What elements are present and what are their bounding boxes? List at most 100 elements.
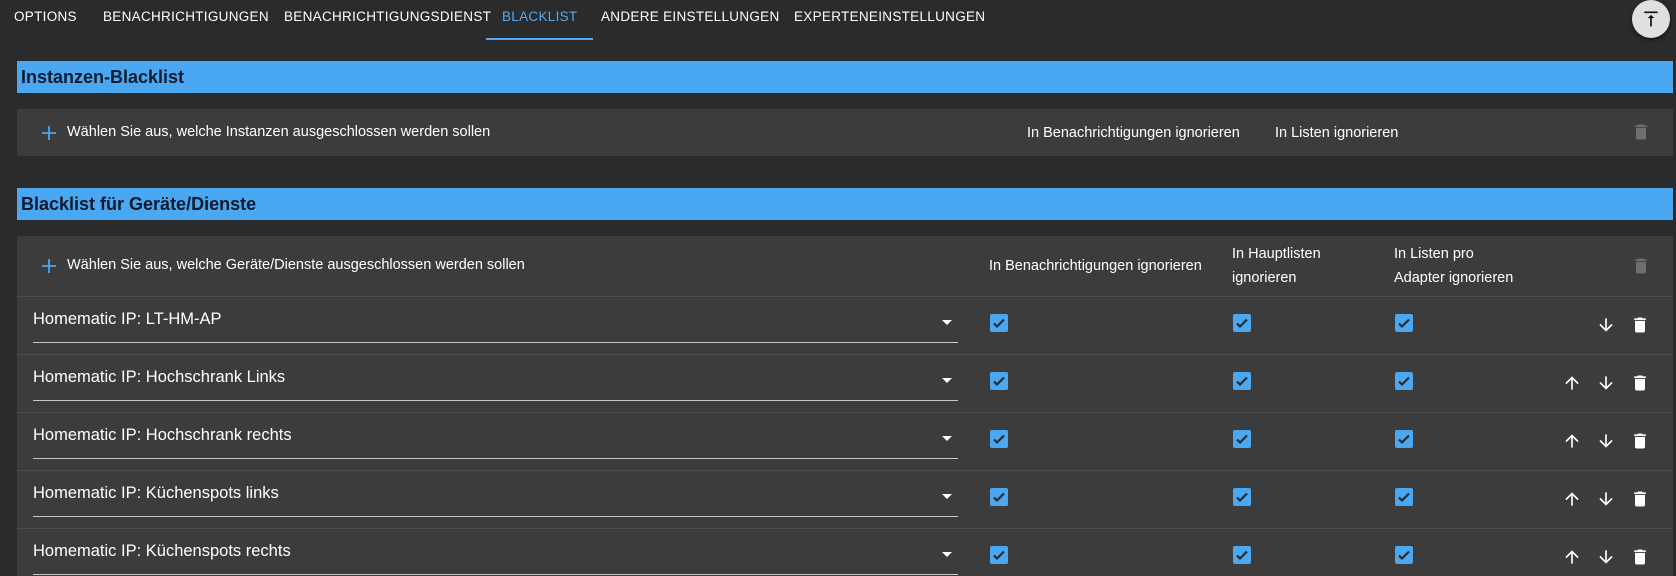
checkbox-ignore-notifications[interactable]: [990, 488, 1008, 506]
checkbox-ignore-notifications[interactable]: [990, 372, 1008, 390]
move-down-button[interactable]: [1595, 372, 1617, 394]
move-down-button[interactable]: [1595, 488, 1617, 510]
instances-section-header: Instanzen-Blacklist: [17, 61, 1673, 93]
add-instance-icon[interactable]: [41, 125, 57, 141]
move-down-button[interactable]: [1595, 546, 1617, 568]
check-icon: [1236, 434, 1248, 445]
col-ignore-main-lists-line2: ignorieren: [1232, 270, 1297, 286]
trash-icon: [1634, 491, 1646, 507]
tab-experteneinstellungen[interactable]: EXPERTENEINSTELLUNGEN: [794, 0, 985, 40]
device-select-value: Homematic IP: LT-HM-AP: [33, 310, 222, 328]
check-icon: [1398, 492, 1410, 503]
device-select[interactable]: Homematic IP: LT-HM-AP: [33, 302, 958, 343]
device-select-value: Homematic IP: Küchenspots rechts: [33, 542, 291, 560]
checkbox-ignore-main-lists[interactable]: [1233, 314, 1251, 332]
move-down-button[interactable]: [1595, 314, 1617, 336]
arrow-up-icon: [1565, 376, 1579, 390]
device-select[interactable]: Homematic IP: Küchenspots rechts: [33, 534, 958, 575]
devices-table: Wählen Sie aus, welche Geräte/Dienste au…: [17, 236, 1673, 576]
check-icon: [993, 492, 1005, 503]
delete-all-button[interactable]: [1630, 121, 1652, 143]
checkbox-ignore-main-lists[interactable]: [1233, 488, 1251, 506]
arrow-down-icon: [1599, 376, 1613, 390]
add-device-label: Wählen Sie aus, welche Geräte/Dienste au…: [67, 257, 525, 273]
move-up-button[interactable]: [1561, 430, 1583, 452]
dropdown-arrow-icon: [942, 436, 952, 441]
delete-row-button[interactable]: [1629, 546, 1651, 568]
device-select[interactable]: Homematic IP: Hochschrank Links: [33, 360, 958, 401]
check-icon: [993, 434, 1005, 445]
checkbox-ignore-main-lists[interactable]: [1233, 372, 1251, 390]
col-ignore-notifications: In Benachrichtigungen ignorieren: [1027, 125, 1240, 141]
delete-all-button[interactable]: [1630, 255, 1652, 277]
trash-icon: [1635, 124, 1647, 140]
check-icon: [1398, 318, 1410, 329]
move-up-button[interactable]: [1561, 546, 1583, 568]
check-icon: [1236, 376, 1248, 387]
trash-icon: [1634, 433, 1646, 449]
checkbox-ignore-adapter-lists[interactable]: [1395, 314, 1413, 332]
arrow-up-icon: [1565, 492, 1579, 506]
device-select-value: Homematic IP: Küchenspots links: [33, 484, 279, 502]
device-select[interactable]: Homematic IP: Hochschrank rechts: [33, 418, 958, 459]
checkbox-ignore-adapter-lists[interactable]: [1395, 546, 1413, 564]
delete-row-button[interactable]: [1629, 314, 1651, 336]
devices-section-header: Blacklist für Geräte/Dienste: [17, 188, 1673, 220]
dropdown-arrow-icon: [942, 378, 952, 383]
check-icon: [993, 376, 1005, 387]
check-icon: [993, 550, 1005, 561]
checkbox-ignore-main-lists[interactable]: [1233, 430, 1251, 448]
checkbox-ignore-notifications[interactable]: [990, 314, 1008, 332]
checkbox-ignore-adapter-lists[interactable]: [1395, 488, 1413, 506]
checkbox-ignore-main-lists[interactable]: [1233, 546, 1251, 564]
arrow-up-icon: [1565, 434, 1579, 448]
delete-row-button[interactable]: [1629, 488, 1651, 510]
checkbox-ignore-notifications[interactable]: [990, 546, 1008, 564]
scroll-to-top-button[interactable]: [1632, 0, 1670, 38]
col-ignore-main-lists-line1: In Hauptlisten: [1232, 246, 1321, 262]
trash-icon: [1635, 258, 1647, 274]
checkbox-ignore-notifications[interactable]: [990, 430, 1008, 448]
tab-bar: OPTIONS BENACHRICHTIGUNGEN BENACHRICHTIG…: [0, 0, 1676, 42]
check-icon: [1236, 318, 1248, 329]
arrow-down-icon: [1599, 492, 1613, 506]
tab-benachrichtigungen[interactable]: BENACHRICHTIGUNGEN: [103, 0, 269, 40]
move-up-button[interactable]: [1561, 372, 1583, 394]
tab-benachrichtigungsdienst[interactable]: BENACHRICHTIGUNGSDIENST: [284, 0, 491, 40]
device-select[interactable]: Homematic IP: Küchenspots links: [33, 476, 958, 517]
delete-row-button[interactable]: [1629, 430, 1651, 452]
device-select-value: Homematic IP: Hochschrank Links: [33, 368, 286, 386]
checkbox-ignore-adapter-lists[interactable]: [1395, 372, 1413, 390]
col-ignore-lists: In Listen ignorieren: [1275, 125, 1399, 141]
move-up-button[interactable]: [1561, 488, 1583, 510]
move-down-button[interactable]: [1595, 430, 1617, 452]
arrow-down-icon: [1599, 434, 1613, 448]
tab-andere-einstellungen[interactable]: ANDERE EINSTELLUNGEN: [601, 0, 780, 40]
instances-table: Wählen Sie aus, welche Instanzen ausgesc…: [17, 109, 1673, 156]
check-icon: [1236, 550, 1248, 561]
check-icon: [1398, 434, 1410, 445]
tab-options[interactable]: OPTIONS: [14, 0, 77, 40]
device-select-value: Homematic IP: Hochschrank rechts: [33, 426, 292, 444]
check-icon: [1398, 550, 1410, 561]
check-icon: [1236, 492, 1248, 503]
dropdown-arrow-icon: [942, 320, 952, 325]
checkbox-ignore-adapter-lists[interactable]: [1395, 430, 1413, 448]
vertical-align-top-icon: [1644, 11, 1658, 27]
devices-section-title: Blacklist für Geräte/Dienste: [21, 193, 257, 214]
arrow-down-icon: [1599, 318, 1613, 332]
add-device-icon[interactable]: [41, 258, 57, 274]
delete-row-button[interactable]: [1629, 372, 1651, 394]
trash-icon: [1634, 375, 1646, 391]
trash-icon: [1634, 549, 1646, 565]
arrow-down-icon: [1599, 550, 1613, 564]
trash-icon: [1634, 317, 1646, 333]
instances-section-title: Instanzen-Blacklist: [21, 66, 185, 87]
tab-blacklist[interactable]: BLACKLIST: [485, 0, 595, 40]
dropdown-arrow-icon: [942, 552, 952, 557]
col-ignore-adapter-lists-line1: In Listen pro: [1394, 246, 1474, 262]
check-icon: [993, 318, 1005, 329]
col-ignore-notifications: In Benachrichtigungen ignorieren: [989, 258, 1202, 274]
add-instance-label: Wählen Sie aus, welche Instanzen ausgesc…: [67, 124, 491, 140]
arrow-up-icon: [1565, 550, 1579, 564]
